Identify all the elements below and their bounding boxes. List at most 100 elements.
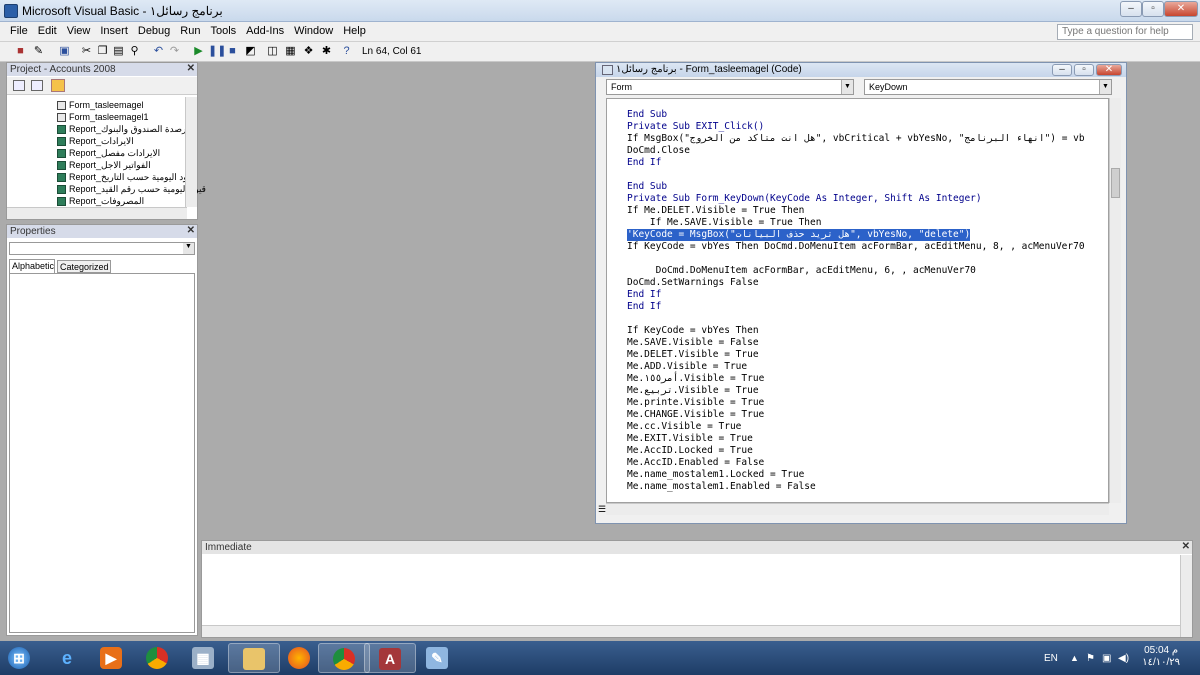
code-line[interactable]: Me.DELET.Visible = True [627, 349, 759, 361]
code-line[interactable]: Private Sub EXIT_Click() [627, 121, 764, 133]
copy-icon[interactable]: ❐ [96, 45, 109, 58]
object-combo[interactable]: Form ▼ [606, 79, 854, 95]
tree-item[interactable]: Report_ارصدة الصندوق والبنوك [57, 123, 189, 135]
code-line[interactable]: If KeyCode = vbYes Then DoCmd.DoMenuItem… [627, 241, 1085, 253]
menu-edit[interactable]: Edit [38, 25, 57, 37]
tree-item[interactable]: Report_الايرادات مفصل [57, 147, 160, 159]
code-line[interactable]: If Me.DELET.Visible = True Then [627, 205, 804, 217]
code-line[interactable]: 'KeyCode = MsgBox("هل تريد حذف البيانات"… [627, 229, 971, 241]
tree-hscrollbar[interactable] [7, 207, 187, 219]
properties-window-icon[interactable]: ▦ [284, 45, 297, 58]
close-icon[interactable]: ✕ [1182, 541, 1190, 552]
tree-item[interactable]: Form_tasleemagel [57, 99, 144, 111]
menu-run[interactable]: Run [180, 25, 200, 37]
code-line[interactable]: Me.name_mostalem1.Enabled = False [627, 481, 816, 493]
menu-addins[interactable]: Add-Ins [246, 25, 284, 37]
object-browser-icon[interactable]: ❖ [302, 45, 315, 58]
paste-icon[interactable]: ▤ [112, 45, 125, 58]
taskbar-access[interactable]: A [364, 643, 416, 673]
network-icon[interactable]: ▣ [1102, 653, 1111, 664]
find-icon[interactable]: ⚲ [128, 45, 141, 58]
code-line[interactable]: DoCmd.SetWarnings False [627, 277, 759, 289]
close-icon[interactable]: ✕ [187, 225, 195, 236]
taskbar-explorer[interactable] [228, 643, 280, 673]
design-mode-icon[interactable]: ◩ [244, 45, 257, 58]
code-line[interactable]: Me.تربيع.Visible = True [627, 385, 759, 397]
view-code-icon[interactable] [13, 80, 25, 91]
code-restore-button[interactable]: ▫ [1074, 64, 1094, 76]
code-line[interactable]: Me.EXIT.Visible = True [627, 433, 753, 445]
volume-icon[interactable]: ◀) [1118, 653, 1129, 664]
object-select[interactable]: ▼ [9, 242, 195, 255]
run-icon[interactable]: ▶ [192, 45, 205, 58]
code-line[interactable]: If MsgBox("هل انت متاكد من الخروج", vbCr… [627, 133, 1085, 145]
save-icon[interactable]: ▣ [58, 45, 71, 58]
taskbar-media[interactable]: ▶ [86, 643, 138, 673]
code-line[interactable]: Me.cc.Visible = True [627, 421, 741, 433]
code-line[interactable]: End If [627, 157, 661, 169]
properties-grid[interactable] [9, 273, 195, 633]
break-icon[interactable]: ❚❚ [208, 45, 226, 58]
code-editor[interactable]: End Sub Private Sub EXIT_Click() If MsgBox… [606, 98, 1109, 503]
project-explorer-icon[interactable]: ◫ [266, 45, 279, 58]
code-line[interactable]: DoCmd.DoMenuItem acFormBar, acEditMenu, … [627, 265, 976, 277]
immediate-input[interactable] [203, 555, 1179, 625]
code-line[interactable]: Me.CHANGE.Visible = True [627, 409, 764, 421]
ask-question-input[interactable]: Type a question for help [1057, 24, 1193, 40]
scroll-thumb[interactable] [1111, 168, 1120, 198]
tab-alphabetic[interactable]: Alphabetic [9, 259, 55, 273]
code-hscrollbar[interactable] [606, 503, 1109, 515]
code-line[interactable]: Me.AccID.Enabled = False [627, 457, 764, 469]
close-icon[interactable]: ✕ [187, 63, 195, 74]
code-minimize-button[interactable]: – [1052, 64, 1072, 76]
code-line[interactable]: Me.name_mostalem1.Locked = True [627, 469, 804, 481]
code-line[interactable]: DoCmd.Close [627, 145, 690, 157]
menu-window[interactable]: Window [294, 25, 333, 37]
maximize-button[interactable]: ▫ [1142, 1, 1164, 17]
help-icon[interactable]: ? [340, 45, 353, 58]
code-line[interactable]: Me.ADD.Visible = True [627, 361, 747, 373]
tab-categorized[interactable]: Categorized [57, 260, 111, 273]
taskbar-paint[interactable]: ✎ [412, 643, 464, 673]
code-line[interactable]: End If [627, 289, 661, 301]
menu-insert[interactable]: Insert [100, 25, 128, 37]
view-object-icon[interactable] [31, 80, 43, 91]
menu-view[interactable]: View [67, 25, 91, 37]
taskbar-chrome[interactable] [132, 643, 184, 673]
code-line[interactable]: If Me.SAVE.Visible = True Then [627, 217, 822, 229]
immediate-hscrollbar[interactable] [202, 625, 1180, 637]
menu-help[interactable]: Help [343, 25, 366, 37]
code-line[interactable]: Me.SAVE.Visible = False [627, 337, 759, 349]
taskbar-chrome-2[interactable] [318, 643, 370, 673]
cut-icon[interactable]: ✂ [80, 45, 93, 58]
reset-icon[interactable]: ■ [226, 45, 239, 58]
undo-icon[interactable]: ↶ [152, 45, 165, 58]
close-button[interactable]: ✕ [1164, 1, 1198, 17]
taskbar-calculator[interactable]: ▦ [178, 643, 230, 673]
code-line[interactable]: Me.أمر١٥٥.Visible = True [627, 373, 764, 385]
procedure-view-icon[interactable]: ☰ [598, 504, 606, 515]
code-line[interactable]: Me.AccID.Locked = True [627, 445, 753, 457]
code-line[interactable]: Me.printe.Visible = True [627, 397, 764, 409]
tree-item[interactable]: Report_الايرادات [57, 135, 134, 147]
redo-icon[interactable]: ↷ [168, 45, 181, 58]
insert-module-icon[interactable]: ✎ [32, 45, 45, 58]
access-view-icon[interactable]: ■ [14, 45, 27, 58]
minimize-button[interactable]: – [1120, 1, 1142, 17]
code-line[interactable]: If KeyCode = vbYes Then [627, 325, 759, 337]
language-indicator[interactable]: EN [1044, 653, 1058, 664]
code-line[interactable]: Private Sub Form_KeyDown(KeyCode As Inte… [627, 193, 982, 205]
tree-scrollbar[interactable] [185, 97, 197, 207]
code-vscrollbar[interactable] [1109, 98, 1121, 503]
immediate-vscrollbar[interactable] [1180, 555, 1192, 637]
tree-item[interactable]: Report_الفواتير الاجل [57, 159, 151, 171]
tree-item[interactable]: Form_tasleemagel1 [57, 111, 149, 123]
code-close-button[interactable]: ✕ [1096, 64, 1122, 76]
procedure-combo[interactable]: KeyDown ▼ [864, 79, 1112, 95]
menu-debug[interactable]: Debug [138, 25, 170, 37]
code-line[interactable]: End Sub [627, 109, 667, 121]
menu-file[interactable]: File [10, 25, 28, 37]
flag-icon[interactable]: ⚑ [1086, 653, 1095, 664]
tree-item[interactable]: Report_قيود اليومية حسب رقم القيد [57, 183, 206, 195]
code-line[interactable]: End Sub [627, 181, 667, 193]
